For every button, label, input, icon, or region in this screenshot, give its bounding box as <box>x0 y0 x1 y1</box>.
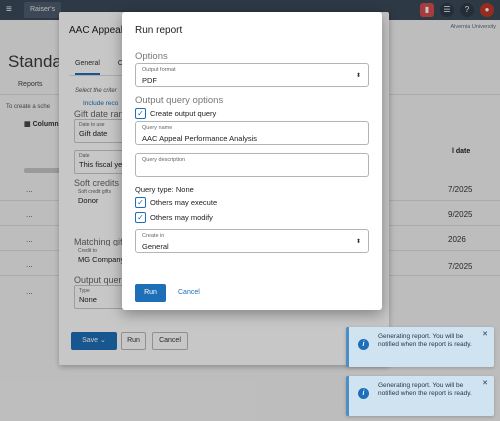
query-type-text: Query type: None <box>135 185 194 194</box>
select-arrows-icon: ⬍ <box>355 239 361 245</box>
dialog-title: Run report <box>135 25 183 36</box>
field-value: PDF <box>142 76 157 85</box>
select-arrows-icon: ⬍ <box>355 73 361 79</box>
output-query-options-header: Output query options <box>135 95 224 106</box>
query-name-input[interactable]: Query name AAC Appeal Performance Analys… <box>135 121 369 145</box>
options-header: Options <box>135 51 168 62</box>
output-format-select[interactable]: Output format PDF ⬍ <box>135 63 369 87</box>
field-value: General <box>142 242 169 251</box>
create-in-select[interactable]: Create in General ⬍ <box>135 229 369 253</box>
checkbox-label: Others may execute <box>150 197 218 207</box>
checkbox-label: Others may modify <box>150 212 213 222</box>
toast-message: Generating report. You will be notified … <box>378 382 472 397</box>
field-value: AAC Appeal Performance Analysis <box>142 134 258 143</box>
toast-message: Generating report. You will be notified … <box>378 333 472 348</box>
toast-notification: i Generating report. You will be notifie… <box>346 376 494 416</box>
run-report-dialog: Run report Options Output format PDF ⬍ O… <box>122 12 382 310</box>
run-button[interactable]: Run <box>135 284 166 302</box>
checkbox-label: Create output query <box>150 108 217 118</box>
close-icon[interactable]: ✕ <box>482 379 488 387</box>
query-description-input[interactable]: Query description <box>135 153 369 177</box>
cancel-button[interactable]: Cancel <box>178 284 200 302</box>
checkbox-checked-icon[interactable]: ✓ <box>135 107 146 119</box>
field-label: Query description <box>142 157 186 163</box>
checkbox-checked-icon[interactable]: ✓ <box>135 211 146 223</box>
field-label: Query name <box>142 125 173 131</box>
toast-notification: i Generating report. You will be notifie… <box>346 327 494 367</box>
info-icon: i <box>358 388 369 399</box>
field-label: Output format <box>142 67 176 73</box>
others-may-modify-checkbox[interactable]: ✓ Others may modify <box>135 211 213 223</box>
others-may-execute-checkbox[interactable]: ✓ Others may execute <box>135 196 217 208</box>
close-icon[interactable]: ✕ <box>482 330 488 338</box>
field-label: Create in <box>142 233 165 239</box>
info-icon: i <box>358 339 369 350</box>
checkbox-checked-icon[interactable]: ✓ <box>135 196 146 208</box>
create-output-query-checkbox[interactable]: ✓ Create output query <box>135 107 216 119</box>
